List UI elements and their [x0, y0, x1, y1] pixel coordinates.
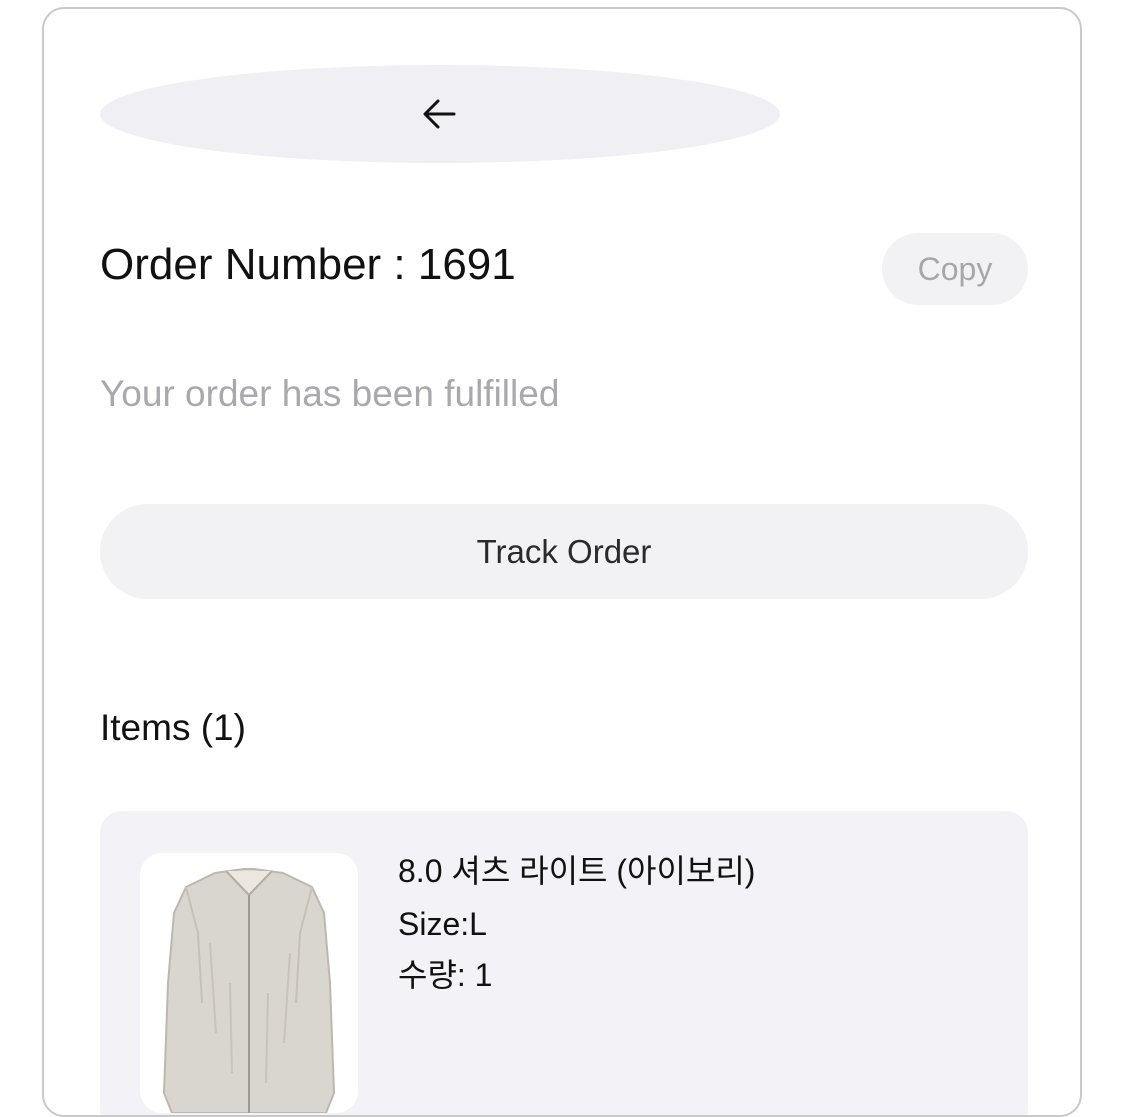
order-status-text: Your order has been fulfilled [100, 373, 560, 414]
item-name: 8.0 셔츠 라이트 (아이보리) [398, 853, 756, 889]
order-number-title: Order Number : 1691 [100, 240, 516, 289]
item-size: Size:L [398, 906, 487, 942]
track-order-button[interactable]: Track Order [100, 504, 1028, 599]
items-heading: Items (1) [100, 707, 246, 748]
copy-button[interactable]: Copy [882, 233, 1028, 305]
back-button[interactable] [100, 65, 780, 163]
item-quantity: 수량: 1 [398, 957, 493, 993]
shirt-thumbnail[interactable] [140, 853, 358, 1113]
list-item[interactable]: 8.0 셔츠 라이트 (아이보리) Size:L 수량: 1 [100, 811, 1028, 1115]
order-detail-card: Order Number : 1691 Copy Your order has … [42, 7, 1082, 1117]
arrow-left-icon [420, 94, 460, 134]
